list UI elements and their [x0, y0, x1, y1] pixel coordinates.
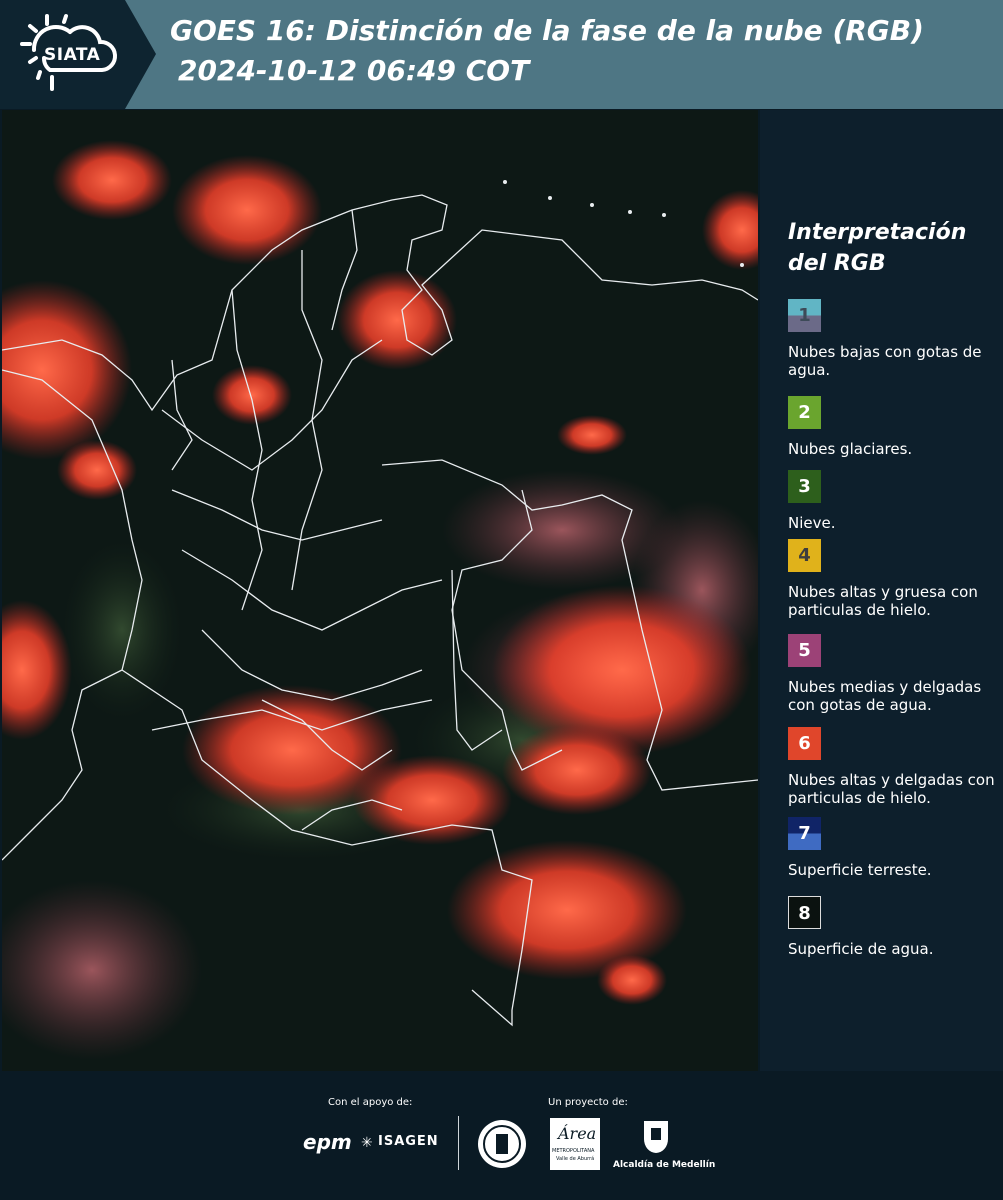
legend-swatch-1: 1 — [788, 299, 821, 332]
page-title: GOES 16: Distinción de la fase de la nub… — [170, 14, 924, 47]
legend-label-8: Superficie de agua. — [788, 940, 934, 958]
legend-label-4: Nubes altas y gruesa con particulas de h… — [788, 583, 978, 619]
page-timestamp: 2024-10-12 06:49 COT — [178, 54, 530, 87]
area-logo-sub2: Valle de Aburrá — [556, 1156, 595, 1162]
legend-label-7: Superficie terreste. — [788, 861, 932, 879]
legend-item-2: 2 Nubes glaciares. — [788, 396, 998, 458]
area-logo-sub1: METROPOLITANA — [552, 1148, 595, 1154]
legend-item-7: 7 Superficie terreste. — [788, 817, 998, 879]
footer-divider — [458, 1116, 459, 1170]
area-metropolitana-logo: Área METROPOLITANA Valle de Aburrá — [550, 1118, 600, 1170]
legend-swatch-6: 6 — [788, 727, 821, 760]
legend-label-5: Nubes medias y delgadas con gotas de agu… — [788, 678, 982, 714]
legend-label-3: Nieve. — [788, 514, 836, 532]
legend-panel: Interpretación del RGB 1 Nubes bajas con… — [760, 110, 1003, 1071]
legend-swatch-4: 4 — [788, 539, 821, 572]
logo-text: SIATA — [44, 45, 101, 65]
legend-label-2: Nubes glaciares. — [788, 440, 913, 458]
isagen-logo: ISAGEN — [378, 1134, 439, 1149]
legend-swatch-8: 8 — [788, 896, 821, 929]
epm-logo: epm — [303, 1130, 352, 1154]
seal-icon — [478, 1120, 526, 1168]
siata-logo: SIATA — [0, 0, 156, 109]
legend-item-1: 1 Nubes bajas con gotas de agua. — [788, 299, 998, 379]
footer: Con el apoyo de: Un proyecto de: epm ✳ I… — [0, 1071, 1003, 1200]
isagen-icon: ✳ — [361, 1135, 373, 1151]
legend-swatch-5: 5 — [788, 634, 821, 667]
legend-item-6: 6 Nubes altas y delgadas con particulas … — [788, 727, 998, 807]
satellite-map — [2, 110, 758, 1071]
alcaldia-logo-text: Alcaldía de Medellín — [613, 1160, 716, 1170]
rgb-satellite-image — [2, 110, 758, 1071]
medellin-shield-icon — [644, 1121, 668, 1153]
legend-label-6: Nubes altas y delgadas con particulas de… — [788, 771, 995, 807]
legend-title: Interpretación del RGB — [788, 220, 967, 276]
support-label: Con el apoyo de: — [328, 1097, 413, 1108]
project-label: Un proyecto de: — [548, 1097, 628, 1108]
legend-item-5: 5 Nubes medias y delgadas con gotas de a… — [788, 634, 998, 714]
header: SIATA GOES 16: Distinción de la fase de … — [0, 0, 1003, 109]
area-logo-text: Área — [558, 1124, 597, 1143]
legend-swatch-7: 7 — [788, 817, 821, 850]
legend-label-1: Nubes bajas con gotas de agua. — [788, 343, 982, 379]
legend-swatch-2: 2 — [788, 396, 821, 429]
legend-swatch-3: 3 — [788, 470, 821, 503]
legend-item-3: 3 Nieve. — [788, 470, 998, 532]
legend-item-8: 8 Superficie de agua. — [788, 896, 998, 958]
legend-item-4: 4 Nubes altas y gruesa con particulas de… — [788, 539, 998, 619]
